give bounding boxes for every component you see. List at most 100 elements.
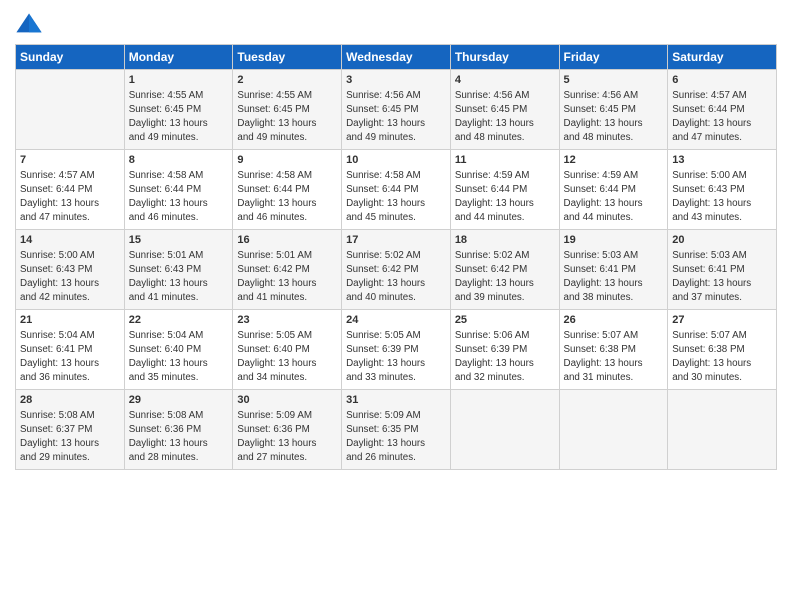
day-info: Sunrise: 4:55 AMSunset: 6:45 PMDaylight:… <box>129 89 229 144</box>
day-cell: 9Sunrise: 4:58 AMSunset: 6:44 PMDaylight… <box>233 150 342 230</box>
day-cell: 26Sunrise: 5:07 AMSunset: 6:38 PMDayligh… <box>559 310 668 390</box>
day-number: 5 <box>564 73 664 88</box>
day-info: Sunrise: 5:05 AMSunset: 6:39 PMDaylight:… <box>346 329 446 384</box>
day-info: Sunrise: 4:59 AMSunset: 6:44 PMDaylight:… <box>564 169 664 224</box>
day-cell <box>559 390 668 470</box>
logo <box>15 10 47 38</box>
day-cell: 10Sunrise: 4:58 AMSunset: 6:44 PMDayligh… <box>342 150 451 230</box>
day-cell: 1Sunrise: 4:55 AMSunset: 6:45 PMDaylight… <box>124 70 233 150</box>
day-info: Sunrise: 5:04 AMSunset: 6:40 PMDaylight:… <box>129 329 229 384</box>
col-header-monday: Monday <box>124 45 233 70</box>
day-number: 31 <box>346 393 446 408</box>
day-cell: 3Sunrise: 4:56 AMSunset: 6:45 PMDaylight… <box>342 70 451 150</box>
day-number: 17 <box>346 233 446 248</box>
day-info: Sunrise: 5:08 AMSunset: 6:37 PMDaylight:… <box>20 409 120 464</box>
day-number: 14 <box>20 233 120 248</box>
day-number: 9 <box>237 153 337 168</box>
day-number: 4 <box>455 73 555 88</box>
day-number: 1 <box>129 73 229 88</box>
page: SundayMondayTuesdayWednesdayThursdayFrid… <box>0 0 792 612</box>
day-cell: 2Sunrise: 4:55 AMSunset: 6:45 PMDaylight… <box>233 70 342 150</box>
day-number: 6 <box>672 73 772 88</box>
col-header-thursday: Thursday <box>450 45 559 70</box>
day-cell: 31Sunrise: 5:09 AMSunset: 6:35 PMDayligh… <box>342 390 451 470</box>
day-cell: 20Sunrise: 5:03 AMSunset: 6:41 PMDayligh… <box>668 230 777 310</box>
day-info: Sunrise: 4:58 AMSunset: 6:44 PMDaylight:… <box>237 169 337 224</box>
day-cell: 17Sunrise: 5:02 AMSunset: 6:42 PMDayligh… <box>342 230 451 310</box>
day-number: 11 <box>455 153 555 168</box>
day-cell: 11Sunrise: 4:59 AMSunset: 6:44 PMDayligh… <box>450 150 559 230</box>
day-number: 30 <box>237 393 337 408</box>
day-number: 21 <box>20 313 120 328</box>
day-number: 27 <box>672 313 772 328</box>
day-info: Sunrise: 5:07 AMSunset: 6:38 PMDaylight:… <box>672 329 772 384</box>
day-cell: 14Sunrise: 5:00 AMSunset: 6:43 PMDayligh… <box>16 230 125 310</box>
day-cell <box>16 70 125 150</box>
day-info: Sunrise: 5:07 AMSunset: 6:38 PMDaylight:… <box>564 329 664 384</box>
day-info: Sunrise: 5:05 AMSunset: 6:40 PMDaylight:… <box>237 329 337 384</box>
day-info: Sunrise: 4:59 AMSunset: 6:44 PMDaylight:… <box>455 169 555 224</box>
day-info: Sunrise: 5:01 AMSunset: 6:43 PMDaylight:… <box>129 249 229 304</box>
day-info: Sunrise: 5:04 AMSunset: 6:41 PMDaylight:… <box>20 329 120 384</box>
day-info: Sunrise: 5:02 AMSunset: 6:42 PMDaylight:… <box>346 249 446 304</box>
day-cell: 23Sunrise: 5:05 AMSunset: 6:40 PMDayligh… <box>233 310 342 390</box>
day-cell: 22Sunrise: 5:04 AMSunset: 6:40 PMDayligh… <box>124 310 233 390</box>
day-cell: 8Sunrise: 4:58 AMSunset: 6:44 PMDaylight… <box>124 150 233 230</box>
day-number: 25 <box>455 313 555 328</box>
day-info: Sunrise: 4:56 AMSunset: 6:45 PMDaylight:… <box>346 89 446 144</box>
day-info: Sunrise: 5:01 AMSunset: 6:42 PMDaylight:… <box>237 249 337 304</box>
day-cell <box>450 390 559 470</box>
day-info: Sunrise: 5:06 AMSunset: 6:39 PMDaylight:… <box>455 329 555 384</box>
day-cell: 4Sunrise: 4:56 AMSunset: 6:45 PMDaylight… <box>450 70 559 150</box>
day-info: Sunrise: 5:09 AMSunset: 6:35 PMDaylight:… <box>346 409 446 464</box>
day-cell: 21Sunrise: 5:04 AMSunset: 6:41 PMDayligh… <box>16 310 125 390</box>
day-number: 12 <box>564 153 664 168</box>
week-row-2: 7Sunrise: 4:57 AMSunset: 6:44 PMDaylight… <box>16 150 777 230</box>
day-number: 7 <box>20 153 120 168</box>
day-number: 18 <box>455 233 555 248</box>
day-info: Sunrise: 5:00 AMSunset: 6:43 PMDaylight:… <box>672 169 772 224</box>
day-cell: 12Sunrise: 4:59 AMSunset: 6:44 PMDayligh… <box>559 150 668 230</box>
day-cell: 28Sunrise: 5:08 AMSunset: 6:37 PMDayligh… <box>16 390 125 470</box>
day-info: Sunrise: 4:55 AMSunset: 6:45 PMDaylight:… <box>237 89 337 144</box>
day-cell: 24Sunrise: 5:05 AMSunset: 6:39 PMDayligh… <box>342 310 451 390</box>
day-info: Sunrise: 5:00 AMSunset: 6:43 PMDaylight:… <box>20 249 120 304</box>
logo-icon <box>15 10 43 38</box>
day-info: Sunrise: 4:56 AMSunset: 6:45 PMDaylight:… <box>564 89 664 144</box>
header <box>15 10 777 38</box>
week-row-1: 1Sunrise: 4:55 AMSunset: 6:45 PMDaylight… <box>16 70 777 150</box>
day-cell: 7Sunrise: 4:57 AMSunset: 6:44 PMDaylight… <box>16 150 125 230</box>
day-cell: 19Sunrise: 5:03 AMSunset: 6:41 PMDayligh… <box>559 230 668 310</box>
day-cell: 30Sunrise: 5:09 AMSunset: 6:36 PMDayligh… <box>233 390 342 470</box>
day-number: 24 <box>346 313 446 328</box>
day-info: Sunrise: 5:09 AMSunset: 6:36 PMDaylight:… <box>237 409 337 464</box>
col-header-saturday: Saturday <box>668 45 777 70</box>
day-info: Sunrise: 5:03 AMSunset: 6:41 PMDaylight:… <box>564 249 664 304</box>
day-cell: 16Sunrise: 5:01 AMSunset: 6:42 PMDayligh… <box>233 230 342 310</box>
week-row-4: 21Sunrise: 5:04 AMSunset: 6:41 PMDayligh… <box>16 310 777 390</box>
col-header-tuesday: Tuesday <box>233 45 342 70</box>
day-info: Sunrise: 5:08 AMSunset: 6:36 PMDaylight:… <box>129 409 229 464</box>
day-number: 2 <box>237 73 337 88</box>
day-info: Sunrise: 4:57 AMSunset: 6:44 PMDaylight:… <box>20 169 120 224</box>
day-cell: 29Sunrise: 5:08 AMSunset: 6:36 PMDayligh… <box>124 390 233 470</box>
day-info: Sunrise: 5:03 AMSunset: 6:41 PMDaylight:… <box>672 249 772 304</box>
day-number: 23 <box>237 313 337 328</box>
day-cell <box>668 390 777 470</box>
day-cell: 25Sunrise: 5:06 AMSunset: 6:39 PMDayligh… <box>450 310 559 390</box>
day-cell: 15Sunrise: 5:01 AMSunset: 6:43 PMDayligh… <box>124 230 233 310</box>
day-cell: 18Sunrise: 5:02 AMSunset: 6:42 PMDayligh… <box>450 230 559 310</box>
day-info: Sunrise: 4:58 AMSunset: 6:44 PMDaylight:… <box>346 169 446 224</box>
col-header-friday: Friday <box>559 45 668 70</box>
day-number: 22 <box>129 313 229 328</box>
day-number: 29 <box>129 393 229 408</box>
day-info: Sunrise: 4:56 AMSunset: 6:45 PMDaylight:… <box>455 89 555 144</box>
header-row: SundayMondayTuesdayWednesdayThursdayFrid… <box>16 45 777 70</box>
day-info: Sunrise: 4:58 AMSunset: 6:44 PMDaylight:… <box>129 169 229 224</box>
day-number: 15 <box>129 233 229 248</box>
day-number: 16 <box>237 233 337 248</box>
day-cell: 27Sunrise: 5:07 AMSunset: 6:38 PMDayligh… <box>668 310 777 390</box>
week-row-3: 14Sunrise: 5:00 AMSunset: 6:43 PMDayligh… <box>16 230 777 310</box>
day-number: 26 <box>564 313 664 328</box>
day-cell: 5Sunrise: 4:56 AMSunset: 6:45 PMDaylight… <box>559 70 668 150</box>
